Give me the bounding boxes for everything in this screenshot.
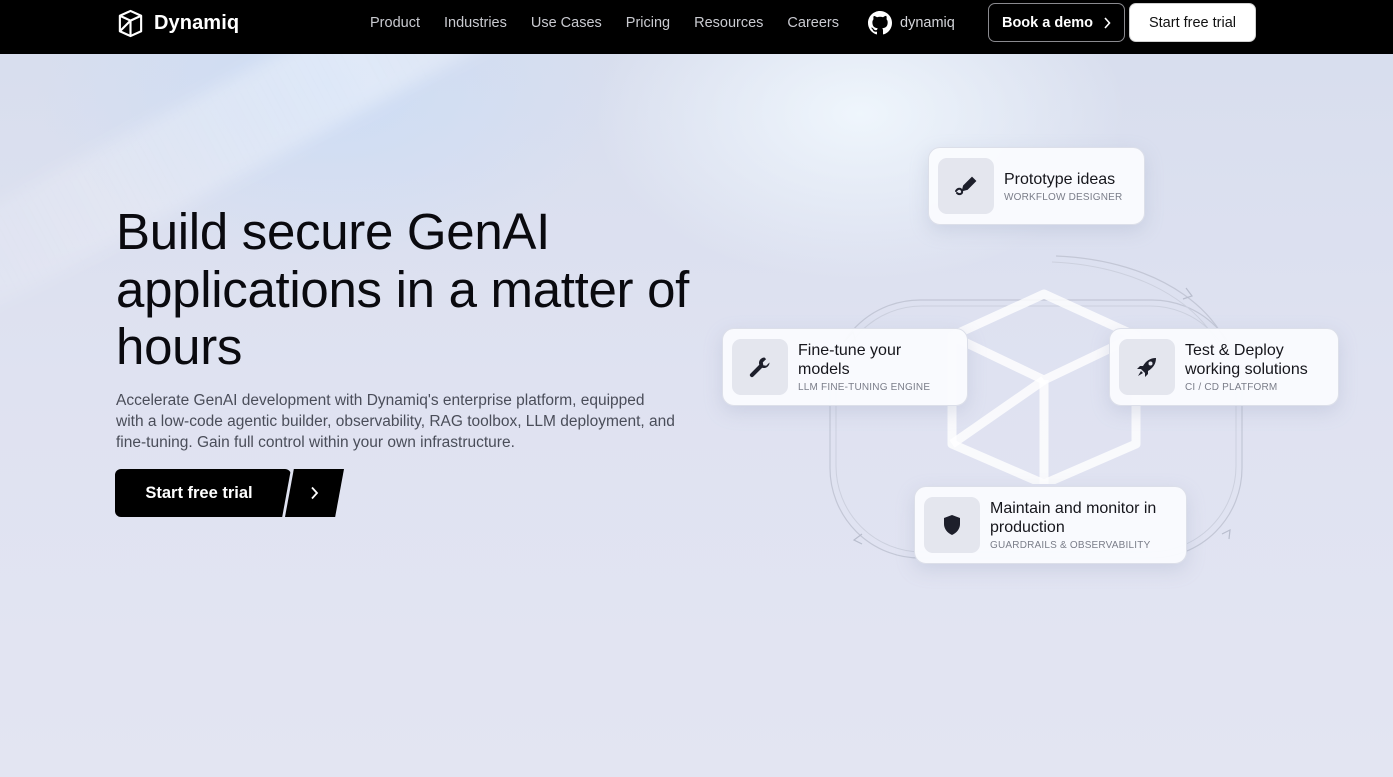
brand-name: Dynamiq <box>154 11 240 34</box>
nav-link-careers[interactable]: Careers <box>787 15 839 31</box>
cube-logo-icon <box>118 9 143 37</box>
top-navbar: Dynamiq Product Industries Use Cases Pri… <box>0 0 1393 54</box>
nav-link-product[interactable]: Product <box>370 15 420 31</box>
card-fine-tune-models[interactable]: Fine-tune your models LLM FINE-TUNING EN… <box>722 328 968 406</box>
card-icon-tile <box>732 339 788 395</box>
card-test-deploy[interactable]: Test & Deploy working solutions CI / CD … <box>1109 328 1339 406</box>
github-label: dynamiq <box>900 15 955 31</box>
hero-headline: Build secure GenAI applications in a mat… <box>116 203 690 375</box>
nav-link-resources[interactable]: Resources <box>694 15 763 31</box>
chevron-right-icon <box>1104 16 1111 29</box>
card-title: Fine-tune your models <box>798 342 902 378</box>
card-subtitle: WORKFLOW DESIGNER <box>1004 191 1123 203</box>
card-icon-tile <box>924 497 980 553</box>
nav-link-use-cases[interactable]: Use Cases <box>531 15 602 31</box>
cta-arrow-button[interactable] <box>285 469 344 517</box>
card-prototype-ideas[interactable]: Prototype ideas WORKFLOW DESIGNER <box>928 147 1145 225</box>
book-demo-label: Book a demo <box>1001 14 1094 31</box>
github-link[interactable]: dynamiq <box>868 10 955 36</box>
card-subtitle: CI / CD PLATFORM <box>1185 382 1278 393</box>
card-subtitle: LLM FINE-TUNING ENGINE <box>798 382 931 393</box>
card-title: Test & Deploy working solutions <box>1185 342 1308 378</box>
card-icon-tile <box>938 158 994 214</box>
nav-link-industries[interactable]: Industries <box>444 15 507 31</box>
start-free-trial-nav-button[interactable]: Start free trial <box>1129 3 1256 42</box>
wrench-icon <box>749 357 770 378</box>
book-demo-button[interactable]: Book a demo <box>988 3 1125 42</box>
nav-link-pricing[interactable]: Pricing <box>626 15 670 31</box>
main-nav: Product Industries Use Cases Pricing Res… <box>370 0 839 46</box>
pen-link-icon <box>955 176 977 196</box>
brand-logo-link[interactable]: Dynamiq <box>116 8 239 38</box>
rocket-icon <box>1137 358 1156 377</box>
card-title: Prototype ideas <box>1004 170 1116 188</box>
hero-subtext: Accelerate GenAI development with Dynami… <box>116 392 675 451</box>
card-title: Maintain and monitor in production <box>990 500 1157 536</box>
start-free-trial-cta-button[interactable]: Start free trial <box>115 469 291 517</box>
card-subtitle: GUARDRAILS & OBSERVABILITY <box>990 540 1151 551</box>
card-icon-tile <box>1119 339 1175 395</box>
github-icon <box>868 11 892 35</box>
card-maintain-monitor[interactable]: Maintain and monitor in production GUARD… <box>914 486 1187 564</box>
chevron-right-icon <box>311 486 319 500</box>
shield-icon <box>944 515 960 535</box>
